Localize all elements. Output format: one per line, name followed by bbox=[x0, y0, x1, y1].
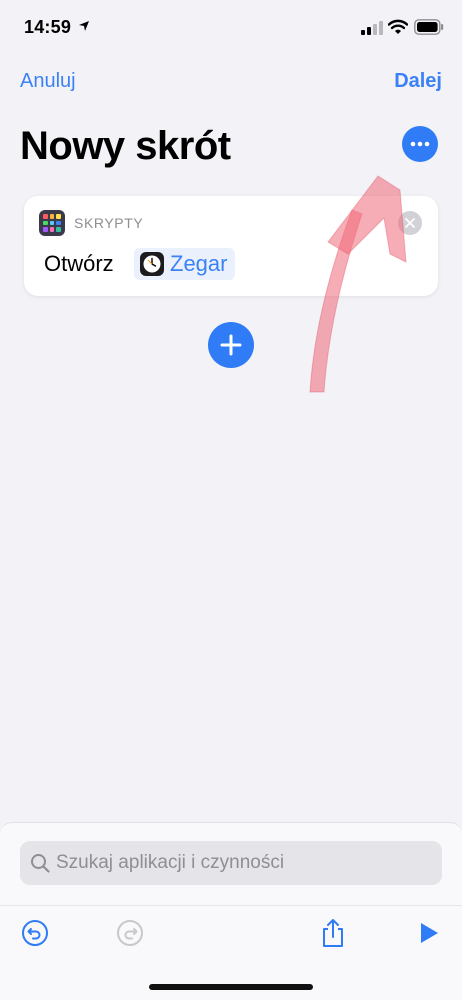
plus-icon bbox=[220, 334, 242, 356]
next-button[interactable]: Dalej bbox=[394, 70, 442, 93]
more-options-button[interactable] bbox=[402, 126, 438, 162]
ellipsis-icon bbox=[410, 141, 430, 147]
clock-icon bbox=[140, 252, 164, 276]
editor-toolbar bbox=[0, 905, 462, 961]
share-button[interactable] bbox=[318, 918, 348, 948]
redo-icon bbox=[117, 920, 143, 946]
search-input[interactable] bbox=[56, 841, 436, 885]
add-action-button[interactable] bbox=[208, 322, 254, 368]
action-card[interactable]: SKRYPTY Otwórz Zegar bbox=[24, 196, 438, 296]
search-field[interactable] bbox=[20, 841, 442, 885]
share-icon bbox=[323, 919, 343, 947]
cellular-signal-icon bbox=[361, 21, 383, 35]
undo-icon bbox=[22, 920, 48, 946]
redo-button[interactable] bbox=[115, 918, 145, 948]
battery-icon bbox=[414, 19, 444, 35]
play-icon bbox=[421, 923, 438, 943]
app-name: Zegar bbox=[170, 251, 228, 276]
scripts-icon bbox=[39, 210, 65, 236]
search-icon bbox=[31, 854, 50, 873]
status-time: 14:59 bbox=[24, 17, 72, 37]
undo-button[interactable] bbox=[20, 918, 50, 948]
home-indicator bbox=[149, 984, 313, 990]
status-bar: 14:59 bbox=[0, 0, 462, 56]
close-icon bbox=[405, 218, 415, 228]
remove-action-button[interactable] bbox=[398, 211, 422, 235]
app-parameter-token[interactable]: Zegar bbox=[134, 248, 236, 280]
action-category-label: SKRYPTY bbox=[74, 215, 144, 231]
page-title: Nowy skrót bbox=[20, 124, 231, 168]
location-arrow-icon bbox=[79, 21, 89, 31]
run-button[interactable] bbox=[414, 918, 444, 948]
cancel-button[interactable]: Anuluj bbox=[20, 70, 76, 93]
action-verb: Otwórz bbox=[44, 251, 114, 276]
wifi-icon bbox=[388, 19, 408, 34]
action-search-sheet bbox=[0, 822, 462, 1000]
